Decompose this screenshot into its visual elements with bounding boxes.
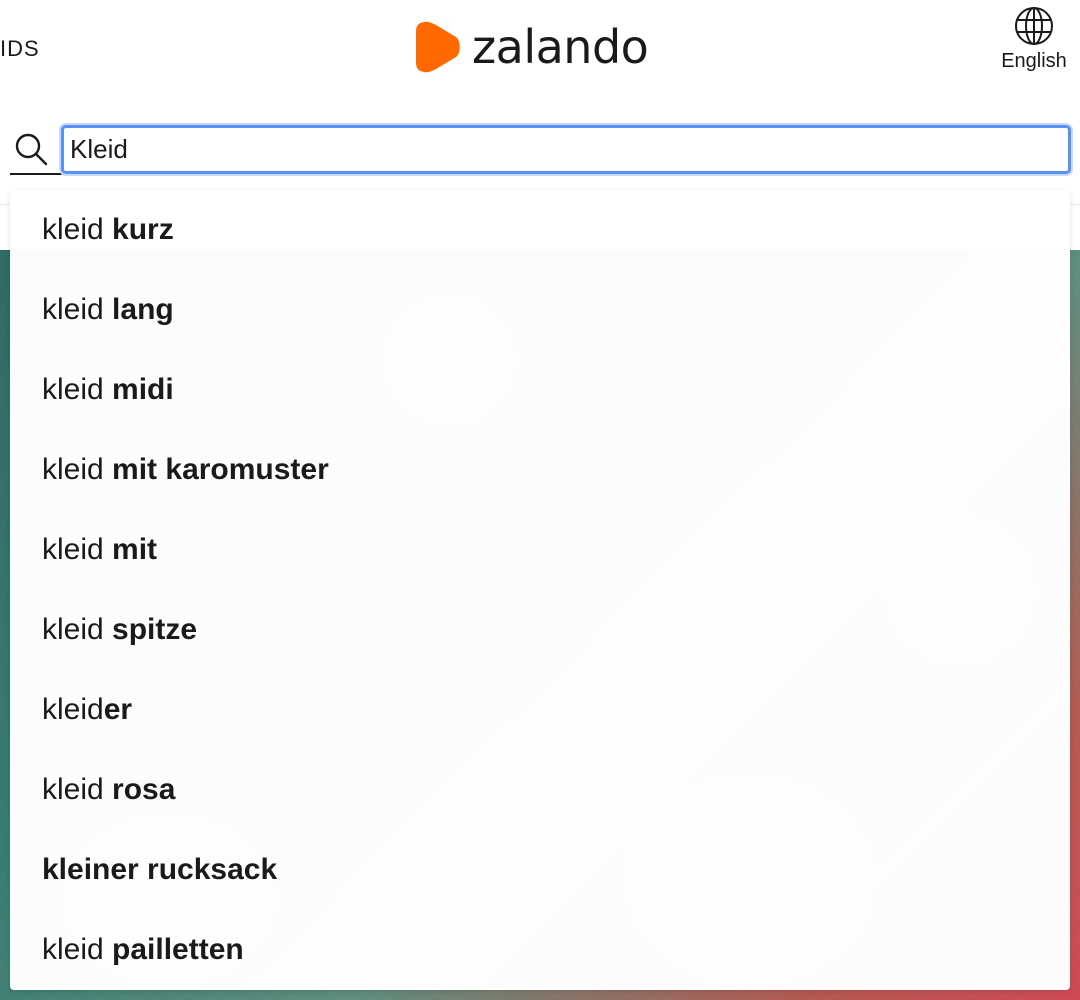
search-suggestion[interactable]: kleid pailletten: [10, 910, 1070, 990]
search-input[interactable]: [61, 125, 1071, 174]
search-suggestion[interactable]: kleid kurz: [10, 190, 1070, 270]
logo-wordmark: zalando: [472, 20, 649, 74]
zalando-logo[interactable]: zalando: [414, 20, 649, 74]
suggestion-completion: er: [103, 693, 133, 726]
search-suggestion[interactable]: kleid er: [10, 670, 1070, 750]
suggestion-query-part: kleid: [42, 293, 113, 326]
search-suggestion[interactable]: kleiner rucksack: [10, 830, 1070, 910]
search-suggestion[interactable]: kleid spitze: [10, 590, 1070, 670]
search-suggestion[interactable]: kleid mit: [10, 510, 1070, 590]
page: IDS zalando English Kleid kleid kurz kle…: [0, 0, 1080, 1000]
suggestion-query-part: kleid: [42, 533, 113, 566]
suggestion-completion: rosa: [112, 773, 176, 806]
suggestion-completion: midi: [112, 373, 174, 406]
suggestion-query-part: kleid: [42, 213, 113, 246]
language-selector[interactable]: English: [996, 6, 1072, 73]
suggestion-query-part: kleid: [42, 773, 113, 806]
globe-icon: [1015, 7, 1053, 45]
suggestion-completion: kleiner rucksack: [42, 853, 278, 886]
suggestion-completion: kurz: [112, 213, 174, 246]
search-icon[interactable]: [14, 132, 48, 166]
suggestion-completion: mit karomuster: [112, 453, 329, 486]
suggestion-query-part: kleid: [42, 453, 113, 486]
search-suggestion[interactable]: kleid lang: [10, 270, 1070, 350]
search-suggestion[interactable]: kleid mit karomuster: [10, 430, 1070, 510]
nav-item-partial[interactable]: IDS: [0, 36, 40, 62]
language-label: English: [1001, 50, 1067, 72]
suggestion-completion: lang: [112, 293, 174, 326]
search-suggestions-list: kleid kurz kleid lang kleid midi kleid mit …: [10, 190, 1070, 990]
search-suggestion[interactable]: kleid midi: [10, 350, 1070, 430]
suggestion-completion: pailletten: [112, 933, 244, 966]
suggestion-query-part: kleid: [42, 693, 104, 726]
suggestion-completion: spitze: [112, 613, 198, 646]
suggestion-completion: mit: [112, 533, 158, 566]
suggestion-query-part: kleid: [42, 933, 113, 966]
search-underline: [10, 173, 62, 175]
header: IDS zalando English: [0, 0, 1080, 105]
suggestion-query-part: kleid: [42, 613, 113, 646]
suggestion-query-part: kleid: [42, 373, 113, 406]
search-suggestion[interactable]: kleid rosa: [10, 750, 1070, 830]
zalando-logo-mark-icon: [416, 21, 460, 73]
